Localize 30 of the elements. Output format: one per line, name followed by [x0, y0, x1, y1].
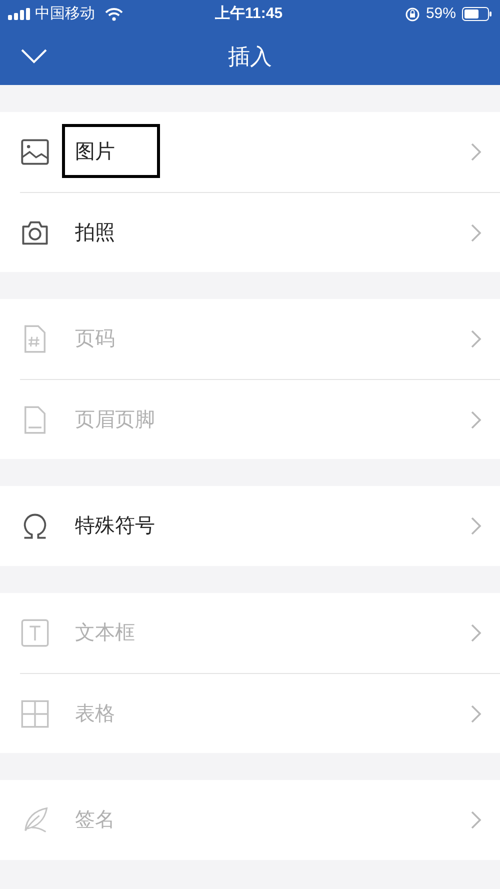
clock-time: 上午11:45	[215, 4, 283, 24]
rotation-lock-icon	[404, 6, 420, 22]
menu-label: 特殊符号	[75, 514, 155, 539]
page-title: 插入	[228, 43, 272, 71]
chevron-right-icon	[470, 222, 482, 242]
menu-label: 表格	[75, 702, 115, 726]
menu-item[interactable]: 图片	[20, 112, 500, 192]
menu-item[interactable]: 拍照	[20, 192, 500, 272]
chevron-right-icon	[470, 704, 482, 724]
menu-label: 页眉页脚	[75, 408, 155, 432]
battery-icon	[462, 7, 492, 21]
signal-icon	[8, 8, 32, 20]
carrier-name: 中国移动	[35, 4, 95, 24]
chevron-down-icon	[20, 48, 48, 64]
chevron-right-icon	[470, 810, 482, 830]
chevron-right-icon	[470, 410, 482, 430]
menu-label: 文本框	[75, 621, 135, 646]
chevron-right-icon	[470, 329, 482, 349]
menu-label: 拍照	[75, 220, 115, 246]
wifi-icon	[105, 8, 123, 20]
chevron-right-icon	[470, 516, 482, 536]
text-box-icon	[20, 618, 50, 648]
menu-label: 图片	[75, 140, 115, 165]
menu-label: 签名	[75, 808, 115, 833]
menu-label: 页码	[75, 327, 115, 352]
battery-percent: 59%	[426, 4, 456, 24]
chevron-right-icon	[470, 142, 482, 162]
table-icon	[20, 698, 50, 728]
chevron-right-icon	[470, 623, 482, 643]
image-icon	[20, 137, 50, 167]
